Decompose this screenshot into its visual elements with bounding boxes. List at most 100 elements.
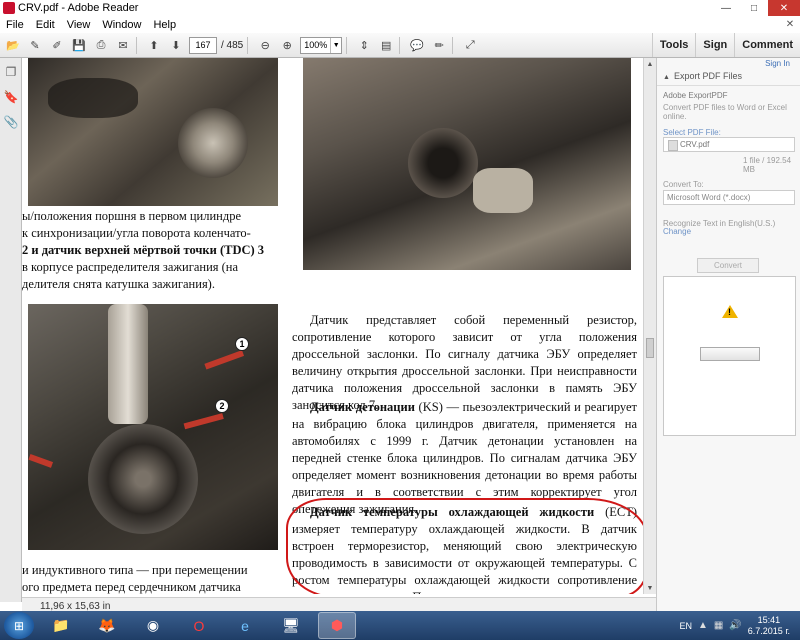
next-page-icon[interactable]: ⬇ [167,36,185,54]
time: 15:41 [757,614,781,625]
zoom-out-icon[interactable]: ⊖ [256,36,274,54]
change-link[interactable]: Change [663,227,691,236]
firefox-icon[interactable]: 🦊 [88,612,126,639]
dialog-button[interactable] [700,347,760,361]
callout-label-1: 1 [235,337,249,351]
toolbar-divider [399,36,401,54]
zoom-value: 100% [304,40,328,50]
comment-tab[interactable]: Comment [734,33,800,57]
opera-icon[interactable]: O [180,612,218,639]
edit-icon[interactable]: ✐ [48,36,66,54]
comment-bubble-icon[interactable]: 💬 [408,36,426,54]
connector-shape [473,168,533,213]
convert-to-label: Convert To: [663,180,704,189]
service-description: Convert PDF files to Word or Excel onlin… [663,103,787,121]
create-pdf-icon[interactable]: ✎ [26,36,44,54]
clock[interactable]: 15:41 6.7.2015 г. [748,615,790,637]
adobe-reader-taskbar-icon[interactable]: ⬢ [318,612,356,639]
fullscreen-icon[interactable]: ⤢ [461,36,479,54]
sensor-shape [408,128,478,198]
distributor-photo: 1 2 [28,304,278,550]
tools-panel: Sign In Export PDF Files Adobe ExportPDF… [656,58,800,611]
toolbar-divider [346,36,348,54]
left-text-line: к синхронизации/угла поворота коленчато- [22,226,251,240]
warning-exclamation: ! [728,307,731,317]
callout-arrow-3 [28,453,54,468]
language-indicator[interactable]: EN [679,621,692,631]
page-thumbnails-icon[interactable]: ❐ [4,64,18,79]
start-button[interactable]: ⊞ [4,612,34,639]
date: 6.7.2015 г. [747,625,790,636]
toolbar-divider [452,36,454,54]
file-explorer-icon[interactable]: 📁 [42,612,80,639]
convert-button[interactable]: Convert [697,258,759,273]
bookmarks-icon[interactable]: 🔖 [4,89,19,104]
tools-tab[interactable]: Tools [651,33,696,57]
callout-arrow-1 [204,350,245,370]
service-name: Adobe ExportPDF [663,91,728,100]
menu-edit[interactable]: Edit [30,19,61,31]
page-total: / 485 [221,39,244,51]
left-text-line: ого предмета перед сердечником датчика [22,580,241,594]
menu-view[interactable]: View [61,19,97,31]
warning-dialog: ! [663,276,796,436]
open-icon[interactable]: 📂 [4,36,22,54]
left-text-line: делителя снята катушка зажигания). [22,277,215,291]
left-navigation-pane: ❐ 🔖 📎 [0,58,22,602]
print-icon[interactable]: ⎙ [92,36,110,54]
internet-explorer-icon[interactable]: e [226,612,264,639]
minimize-button[interactable]: — [712,0,740,16]
menu-bar: File Edit View Window Help [0,16,800,33]
window-title: CRV.pdf - Adobe Reader [18,2,139,14]
fit-page-icon[interactable]: ⇕ [355,36,373,54]
select-file-label: Select PDF File: [663,128,721,137]
status-bar: 11,96 x 15,63 in [22,597,656,612]
throttle-body-shape [178,108,248,178]
title-bar: CRV.pdf - Adobe Reader [0,0,800,16]
email-icon[interactable]: ✉ [114,36,132,54]
toolbar-divider [247,36,249,54]
monitor-icon[interactable]: 🖥 [272,612,310,639]
left-text-line: 2 и датчик верхней мёртвой точки (TDC) 3 [22,243,265,257]
document-viewport[interactable]: ы/положения поршня в первом цилиндре к с… [22,58,643,594]
red-hand-drawn-annotation [286,498,643,594]
shaft-shape [108,304,148,424]
callout-label-2: 2 [215,399,229,413]
chrome-icon[interactable]: ◉ [134,612,172,639]
scroll-mode-icon[interactable]: ▤ [377,36,395,54]
highlight-icon[interactable]: ✏ [430,36,448,54]
sign-tab[interactable]: Sign [695,33,734,57]
scroll-up-icon[interactable]: ▲ [644,58,656,70]
menu-help[interactable]: Help [147,19,182,31]
vertical-scrollbar[interactable]: ▲ ▼ [643,58,656,594]
save-icon[interactable]: 💾 [70,36,88,54]
scrollbar-thumb[interactable] [646,338,654,358]
maximize-button[interactable]: □ [740,0,768,16]
left-text-line: и индуктивного типа — при перемещении [22,563,248,577]
toolbar-divider [136,36,137,54]
menu-file[interactable]: File [0,19,30,31]
zoom-in-icon[interactable]: ⊕ [278,36,296,54]
attachments-icon[interactable]: 📎 [4,114,19,129]
adobe-reader-icon [3,2,15,14]
export-pdf-header[interactable]: Export PDF Files [663,71,742,81]
close-button[interactable]: ✕ [768,0,800,16]
wires-shape [48,78,138,118]
previous-page-icon[interactable]: ⬆ [145,36,163,54]
close-document-button[interactable]: ✕ [780,16,800,33]
sign-in-link[interactable]: Sign In [765,59,790,68]
zoom-select[interactable]: 100% ▼ [300,36,343,54]
network-icon[interactable]: ▦ [714,620,723,631]
volume-icon[interactable]: 🔊 [729,620,741,631]
tray-arrow-icon[interactable]: ▲ [698,620,708,631]
left-text-line: в корпусе распределителя зажигания (на [22,260,239,274]
menu-window[interactable]: Window [96,19,147,31]
page-number-input[interactable]: 167 [189,36,217,54]
window-controls: — □ ✕ [712,0,800,16]
scroll-down-icon[interactable]: ▼ [644,582,656,594]
gear-shape [88,424,198,534]
selected-file[interactable]: CRV.pdf [663,137,795,152]
convert-to-select[interactable]: Microsoft Word (*.docx) [663,190,795,205]
chevron-down-icon[interactable]: ▼ [330,37,341,53]
callout-arrow-2 [183,413,224,430]
